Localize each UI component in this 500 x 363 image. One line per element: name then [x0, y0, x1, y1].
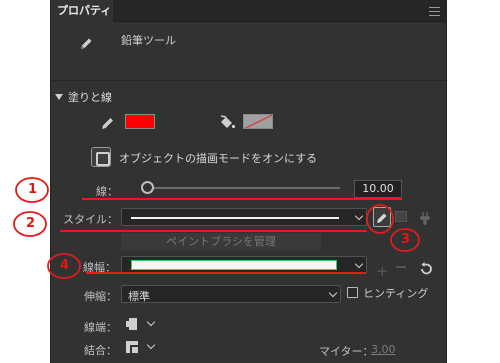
style-dropdown[interactable] — [121, 208, 367, 226]
properties-panel: プロパティ 鉛筆ツール 塗りと線 オブジェクトの描画モードをオンにする 線： 1… — [50, 0, 447, 363]
pencil-stroke-icon — [102, 118, 113, 129]
object-drawing-mode-button[interactable] — [91, 147, 111, 167]
scale-dropdown[interactable]: 標準 — [121, 285, 341, 303]
miter-label: マイター： — [319, 345, 374, 358]
stroke-value-input[interactable]: 10.00 — [354, 180, 402, 198]
fill-color-swatch[interactable] — [243, 114, 273, 129]
chevron-down-icon — [354, 211, 364, 221]
cap-chevron-down-icon[interactable] — [146, 317, 156, 327]
annotation-number-3: 3 — [401, 232, 411, 247]
manage-paintbrush-button[interactable]: ペイントブラシを管理 — [121, 233, 321, 251]
join-chevron-down-icon[interactable] — [146, 340, 156, 350]
reset-width-icon[interactable] — [418, 261, 434, 277]
no-fill-slash-icon — [244, 115, 272, 128]
style-label: スタイル： — [63, 213, 118, 226]
paint-bucket-icon — [220, 115, 236, 129]
tab-properties[interactable]: プロパティ — [51, 0, 113, 22]
scale-selected-value: 標準 — [128, 290, 150, 303]
stroke-label: 線： — [96, 185, 118, 198]
miter-value[interactable]: 3.00 — [371, 343, 396, 356]
divider — [51, 80, 446, 81]
object-drawing-mode-label: オブジェクトの描画モードをオンにする — [119, 152, 318, 165]
chevron-down-icon — [328, 288, 338, 298]
stroke-style-library-icon[interactable] — [395, 211, 407, 222]
collapse-triangle-icon[interactable] — [55, 94, 63, 100]
annotation-number-1: 1 — [28, 182, 38, 197]
edit-stroke-style-button[interactable] — [373, 207, 391, 227]
width-profile-dropdown[interactable] — [121, 256, 367, 274]
pencil-tool-icon — [81, 38, 92, 49]
remove-width-profile-icon[interactable] — [396, 266, 406, 268]
chevron-down-icon — [354, 259, 364, 269]
panel-menu-icon[interactable] — [429, 7, 440, 16]
stroke-color-swatch[interactable] — [125, 114, 155, 129]
pencil-edit-icon — [377, 213, 387, 223]
width-profile-preview — [131, 260, 337, 270]
join-style-icon[interactable] — [125, 340, 139, 354]
panel-tab-bar: プロパティ — [51, 0, 446, 22]
section-fill-stroke-header[interactable]: 塗りと線 — [55, 89, 112, 105]
hinting-checkbox[interactable] — [347, 287, 358, 298]
cap-style-icon[interactable] — [125, 317, 139, 331]
hinting-label: ヒンティング — [363, 287, 429, 300]
brush-settings-icon[interactable] — [417, 210, 433, 226]
tool-name: 鉛筆ツール — [121, 34, 176, 47]
annotation-number-2: 2 — [26, 216, 36, 231]
section-title: 塗りと線 — [68, 91, 112, 104]
stroke-slider-knob[interactable] — [141, 181, 154, 194]
width-label: 線幅： — [83, 261, 116, 274]
stroke-slider[interactable] — [141, 181, 340, 194]
annotation-number-4: 4 — [60, 258, 70, 273]
style-preview-line — [131, 217, 339, 219]
scale-label: 伸縮： — [84, 290, 117, 303]
join-label: 結合： — [84, 344, 117, 357]
cap-label: 線端： — [84, 321, 117, 334]
add-width-profile-icon[interactable]: + — [376, 264, 389, 279]
